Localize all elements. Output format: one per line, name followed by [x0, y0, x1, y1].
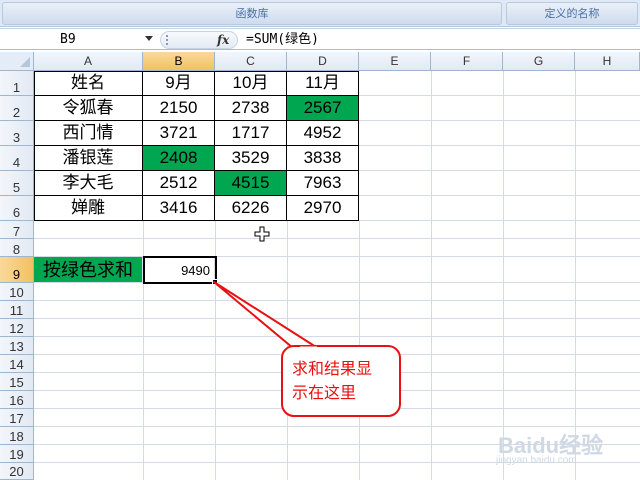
cell-d1[interactable]: 11月 [287, 71, 359, 96]
row-header-7[interactable]: 7 [0, 221, 34, 239]
callout-line-1: 求和结果显 [292, 359, 373, 378]
ribbon-group-label: 函数库 [235, 7, 269, 20]
row-header-15[interactable]: 15 [0, 373, 34, 391]
column-header-d[interactable]: D [287, 52, 359, 71]
cell-d5[interactable]: 7963 [287, 171, 359, 196]
row-header-1[interactable]: 1 [0, 71, 34, 96]
row-header-8[interactable]: 8 [0, 239, 34, 257]
worksheet-grid[interactable]: A B C D E F G H 1 2 3 4 5 6 7 8 9 10 11 … [0, 52, 640, 480]
row-header-5[interactable]: 5 [0, 171, 34, 196]
sum-result-cell[interactable]: 9490 [143, 257, 215, 283]
cell-a2[interactable]: 令狐春 [34, 96, 143, 121]
name-box[interactable]: B9 [2, 30, 158, 49]
resize-grip-icon[interactable] [166, 35, 175, 45]
column-header-e[interactable]: E [359, 52, 431, 71]
cell-b1[interactable]: 9月 [143, 71, 215, 96]
row-header-13[interactable]: 13 [0, 337, 34, 355]
row-header-11[interactable]: 11 [0, 301, 34, 319]
formula-bar-controls: fx [160, 31, 238, 49]
ribbon-group-defined-names[interactable]: 定义的名称 [506, 2, 638, 25]
cell-c4[interactable]: 3529 [215, 146, 287, 171]
cell-c2[interactable]: 2738 [215, 96, 287, 121]
cell-a5[interactable]: 李大毛 [34, 171, 143, 196]
row-header-9[interactable]: 9 [0, 257, 34, 283]
cell-b4[interactable]: 2408 [143, 146, 215, 171]
formula-input[interactable]: =SUM(绿色) [246, 30, 319, 49]
ribbon-group-function-library[interactable]: 函数库 [2, 2, 502, 25]
ribbon-group-labels: 函数库 定义的名称 [0, 0, 640, 27]
cell-a3[interactable]: 西门情 [34, 121, 143, 146]
cell-c6[interactable]: 6226 [215, 196, 287, 221]
select-all-button[interactable] [0, 52, 34, 71]
cell-b5[interactable]: 2512 [143, 171, 215, 196]
row-header-6[interactable]: 6 [0, 196, 34, 221]
cell-c3[interactable]: 1717 [215, 121, 287, 146]
fill-handle[interactable] [212, 279, 218, 285]
cell-b3[interactable]: 3721 [143, 121, 215, 146]
watermark-url: jingyan.baidu.com [496, 455, 577, 466]
cell-d2[interactable]: 2567 [287, 96, 359, 121]
cell-d3[interactable]: 4952 [287, 121, 359, 146]
column-header-f[interactable]: F [431, 52, 503, 71]
cell-d4[interactable]: 3838 [287, 146, 359, 171]
row-header-10[interactable]: 10 [0, 283, 34, 301]
row-header-20[interactable]: 20 [0, 463, 34, 480]
row-header-2[interactable]: 2 [0, 96, 34, 121]
row-header-12[interactable]: 12 [0, 319, 34, 337]
cell-a1[interactable]: 姓名 [34, 71, 143, 96]
column-header-h[interactable]: H [575, 52, 640, 71]
ribbon-group-label: 定义的名称 [544, 7, 600, 20]
chevron-down-icon[interactable] [145, 36, 153, 41]
row-header-18[interactable]: 18 [0, 427, 34, 445]
cell-a6[interactable]: 婵雕 [34, 196, 143, 221]
cell-c5[interactable]: 4515 [215, 171, 287, 196]
column-header-a[interactable]: A [34, 52, 143, 71]
sum-label-cell[interactable]: 按绿色求和 [34, 257, 143, 283]
formula-bar: B9 fx =SUM(绿色) [0, 28, 640, 50]
cell-b2[interactable]: 2150 [143, 96, 215, 121]
column-header-c[interactable]: C [215, 52, 287, 71]
cursor-icon [254, 226, 270, 242]
row-header-3[interactable]: 3 [0, 121, 34, 146]
column-header-b[interactable]: B [143, 52, 215, 71]
column-header-g[interactable]: G [503, 52, 575, 71]
select-all-triangle-icon [20, 57, 30, 67]
row-header-17[interactable]: 17 [0, 409, 34, 427]
row-header-4[interactable]: 4 [0, 146, 34, 171]
cell-d6[interactable]: 2970 [287, 196, 359, 221]
row-header-14[interactable]: 14 [0, 355, 34, 373]
cell-a4[interactable]: 潘银莲 [34, 146, 143, 171]
cell-b6[interactable]: 3416 [143, 196, 215, 221]
cell-c1[interactable]: 10月 [215, 71, 287, 96]
insert-function-button[interactable]: fx [217, 32, 229, 48]
callout-line-2: 示在这里 [292, 383, 357, 402]
row-header-19[interactable]: 19 [0, 445, 34, 463]
row-header-16[interactable]: 16 [0, 391, 34, 409]
